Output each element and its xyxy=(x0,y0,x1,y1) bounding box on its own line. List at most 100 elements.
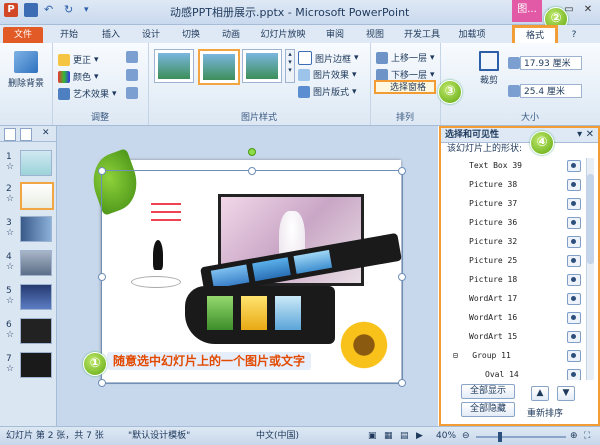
tab-review[interactable]: 审阅 xyxy=(320,27,350,43)
width-field[interactable]: 25.4 厘米 xyxy=(520,84,582,98)
zoom-level[interactable]: 40% xyxy=(436,427,456,445)
crop-button[interactable]: 裁剪 xyxy=(474,51,504,86)
picture-tools-context-tab[interactable]: 图... xyxy=(512,0,542,22)
picture-style-2[interactable] xyxy=(198,49,240,85)
slide-thumb-2[interactable]: 2 ☆ xyxy=(4,182,54,210)
rotate-handle[interactable] xyxy=(248,148,256,156)
list-item[interactable]: Oval 14 xyxy=(449,365,587,380)
ripple-shape[interactable] xyxy=(131,276,181,288)
list-item[interactable]: Picture 38 xyxy=(449,175,587,194)
resize-handle[interactable] xyxy=(398,167,406,175)
red-wordart-text[interactable] xyxy=(151,200,181,226)
theme-status[interactable]: "默认设计模板" xyxy=(128,427,190,445)
list-item[interactable]: WordArt 17 xyxy=(449,289,587,308)
close-panel-icon[interactable]: ✕ xyxy=(42,128,52,139)
tab-animations[interactable]: 动画 xyxy=(216,27,246,43)
redo-icon[interactable]: ↻ xyxy=(64,3,78,17)
resize-handle[interactable] xyxy=(398,379,406,387)
list-item[interactable]: Picture 18 xyxy=(449,270,587,289)
slide-thumb-7[interactable]: 7 ☆ xyxy=(4,352,52,380)
close-pane-icon[interactable]: ▾ ✕ xyxy=(577,128,594,142)
reset-picture-icon[interactable] xyxy=(126,87,138,99)
slides-tab-icon[interactable] xyxy=(4,128,16,141)
slide-editor[interactable]: ① 随意选中幻灯片上的一个图片或文字 xyxy=(57,126,438,426)
green-leaf-picture[interactable] xyxy=(84,148,146,216)
picture-layout-button[interactable]: 图片版式 ▾ xyxy=(298,85,357,98)
collapse-group-icon[interactable]: ⊟ xyxy=(453,351,458,360)
list-item[interactable]: WordArt 16 xyxy=(449,308,587,327)
move-down-button[interactable]: ▼ xyxy=(557,386,575,401)
resize-handle[interactable] xyxy=(398,273,406,281)
remove-background-button[interactable]: 删除背景 xyxy=(4,51,48,89)
slideshow-view-icon[interactable]: ▶ xyxy=(416,427,423,445)
tab-format[interactable]: 格式 xyxy=(514,27,556,44)
move-up-button[interactable]: ▲ xyxy=(531,386,549,401)
undo-icon[interactable]: ↶ xyxy=(44,3,58,17)
color-button[interactable]: 颜色 ▾ xyxy=(58,70,99,83)
visibility-eye-icon[interactable] xyxy=(567,179,581,191)
slide-thumb-5[interactable]: 5 ☆ xyxy=(4,284,52,312)
slide-thumb-1[interactable]: 1 ☆ xyxy=(4,150,52,178)
zoom-out-icon[interactable]: ⊖ xyxy=(462,427,470,445)
sunflower-picture[interactable] xyxy=(337,320,391,370)
shapes-list-scrollbar[interactable] xyxy=(586,158,594,380)
change-picture-icon[interactable] xyxy=(126,69,138,81)
tab-addins[interactable]: 加载项 xyxy=(452,27,492,43)
visibility-eye-icon[interactable] xyxy=(567,160,581,172)
picture-style-1[interactable] xyxy=(154,49,194,83)
visibility-eye-icon[interactable] xyxy=(567,293,581,305)
current-slide[interactable] xyxy=(84,148,402,382)
customize-qat-icon[interactable]: ▾ xyxy=(84,3,98,17)
resize-handle[interactable] xyxy=(98,273,106,281)
visibility-eye-icon[interactable] xyxy=(567,255,581,267)
visibility-eye-icon[interactable] xyxy=(567,274,581,286)
list-item[interactable]: Picture 37 xyxy=(449,194,587,213)
tab-file[interactable]: 文件 xyxy=(3,27,43,43)
list-item[interactable]: Picture 36 xyxy=(449,213,587,232)
visibility-eye-icon[interactable] xyxy=(567,312,581,324)
selection-pane-button[interactable]: 选择窗格 xyxy=(374,80,436,94)
list-item[interactable]: Text Box 39 xyxy=(449,156,587,175)
normal-view-icon[interactable]: ▣ xyxy=(368,427,377,445)
slide-sorter-icon[interactable]: ▦ xyxy=(384,427,393,445)
outline-tab-icon[interactable] xyxy=(20,128,32,141)
tab-home[interactable]: 开始 xyxy=(54,27,84,43)
picture-border-button[interactable]: 图片边框 ▾ xyxy=(298,51,359,65)
visibility-eye-icon[interactable] xyxy=(567,236,581,248)
visibility-eye-icon[interactable] xyxy=(567,198,581,210)
language-status[interactable]: 中文(中国) xyxy=(256,427,299,445)
dancer-silhouette-picture[interactable] xyxy=(153,240,163,270)
list-item-group[interactable]: ⊟ Group 11 xyxy=(449,346,587,365)
tab-view[interactable]: 视图 xyxy=(360,27,390,43)
list-item[interactable]: Picture 32 xyxy=(449,232,587,251)
zoom-slider-thumb[interactable] xyxy=(498,432,502,442)
visibility-eye-icon[interactable] xyxy=(567,331,581,343)
film-reel-picture[interactable] xyxy=(185,286,335,344)
styles-gallery-scroll[interactable]: ▴ ▾ ▾ xyxy=(285,49,295,83)
picture-style-3[interactable] xyxy=(242,49,282,83)
resize-handle[interactable] xyxy=(98,379,106,387)
compress-pictures-icon[interactable] xyxy=(126,51,138,63)
picture-effects-button[interactable]: 图片效果 ▾ xyxy=(298,68,357,81)
help-icon[interactable]: ? xyxy=(568,27,580,43)
artistic-effects-button[interactable]: 艺术效果 ▾ xyxy=(58,87,117,100)
bring-forward-button[interactable]: 上移一层 ▾ xyxy=(376,51,435,64)
visibility-eye-icon[interactable] xyxy=(567,350,581,362)
list-item[interactable]: Picture 25 xyxy=(449,251,587,270)
slide-thumb-6[interactable]: 6 ☆ xyxy=(4,318,52,346)
visibility-eye-icon[interactable] xyxy=(567,369,581,380)
zoom-in-icon[interactable]: ⊕ xyxy=(570,427,578,445)
tab-slideshow[interactable]: 幻灯片放映 xyxy=(256,27,310,43)
resize-handle[interactable] xyxy=(98,167,106,175)
tab-design[interactable]: 设计 xyxy=(136,27,166,43)
corrections-button[interactable]: 更正 ▾ xyxy=(58,53,99,66)
reading-view-icon[interactable]: ▤ xyxy=(400,427,409,445)
height-field[interactable]: 17.93 厘米 xyxy=(520,56,582,70)
tab-insert[interactable]: 插入 xyxy=(96,27,126,43)
close-icon[interactable]: ✕ xyxy=(580,3,596,17)
zoom-slider[interactable] xyxy=(476,432,566,442)
visibility-eye-icon[interactable] xyxy=(567,217,581,229)
resize-handle[interactable] xyxy=(248,167,256,175)
list-item[interactable]: WordArt 15 xyxy=(449,327,587,346)
show-all-button[interactable]: 全部显示 xyxy=(461,384,515,399)
